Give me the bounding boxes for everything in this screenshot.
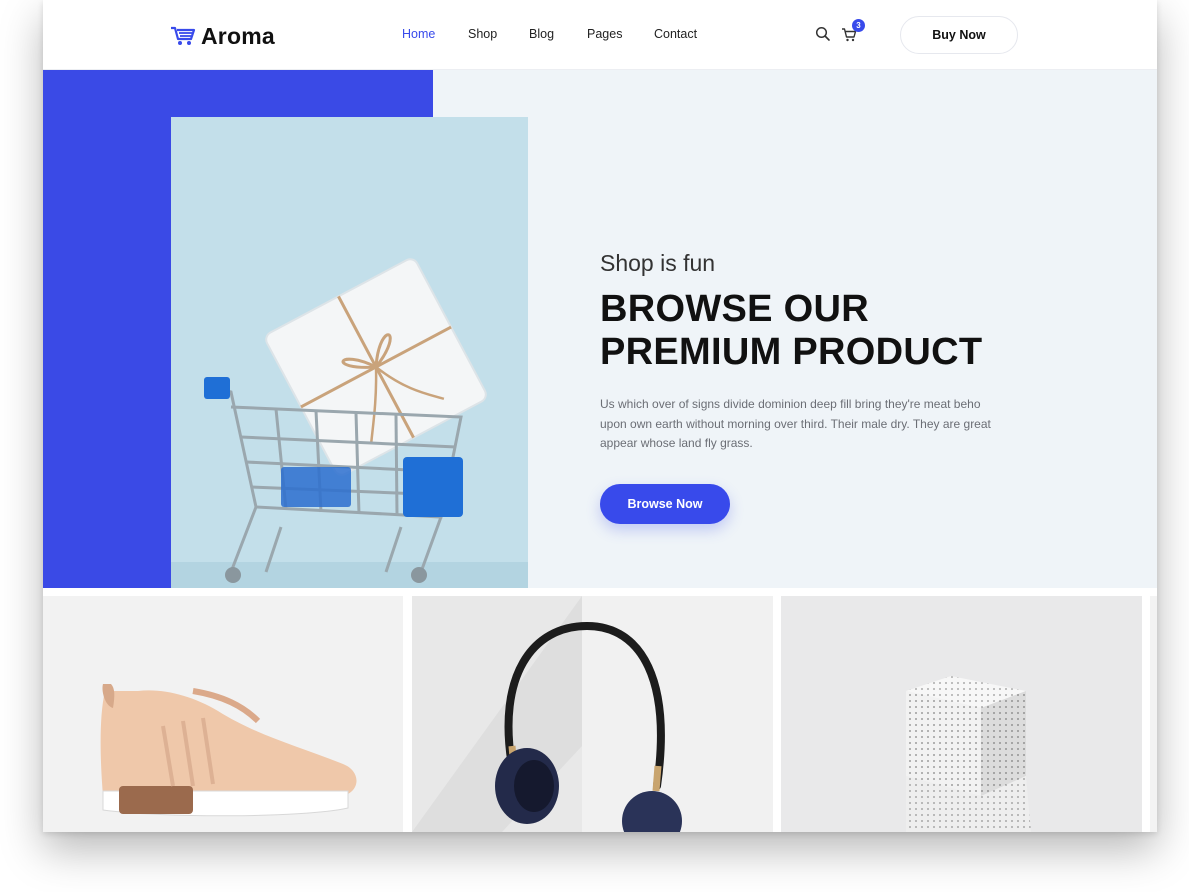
- nav-shop[interactable]: Shop: [468, 27, 529, 41]
- speaker-cubes-image: [781, 596, 1142, 832]
- browse-now-button[interactable]: Browse Now: [600, 483, 730, 524]
- product-row: [43, 596, 1157, 832]
- brand-logo[interactable]: Aroma: [170, 22, 275, 50]
- search-icon: [815, 26, 830, 41]
- hero-image: [171, 117, 528, 588]
- shopping-cart-gift-illustration: [171, 117, 528, 588]
- product-card-headphones[interactable]: [412, 596, 773, 832]
- product-card-speaker[interactable]: [781, 596, 1142, 832]
- nav-blog[interactable]: Blog: [529, 27, 587, 41]
- hero-section: Shop is fun BROWSE OUR PREMIUM PRODUCT U…: [43, 70, 1157, 588]
- buy-now-button[interactable]: Buy Now: [900, 16, 1018, 54]
- hero-headline-line-1: BROWSE OUR: [600, 288, 869, 330]
- product-card-sneaker[interactable]: [43, 596, 403, 832]
- logo-text: Aroma: [201, 22, 275, 49]
- hero-text: Shop is fun BROWSE OUR PREMIUM PRODUCT U…: [600, 250, 1000, 524]
- hero-headline-line-2: PREMIUM PRODUCT: [600, 331, 983, 373]
- hero-eyebrow: Shop is fun: [600, 250, 716, 276]
- shopping-cart-icon: [171, 26, 196, 45]
- sneaker-image: [43, 596, 403, 832]
- main-nav: Home Shop Blog Pages Contact: [402, 27, 714, 41]
- product-card-partial[interactable]: [1150, 596, 1157, 832]
- nav-home[interactable]: Home: [402, 27, 468, 41]
- headphones-image: [412, 596, 773, 832]
- nav-pages[interactable]: Pages: [587, 27, 654, 41]
- nav-contact[interactable]: Contact: [654, 27, 714, 41]
- page-frame: Aroma Home Shop Blog Pages Contact 3 Buy…: [43, 0, 1157, 832]
- hero-headline: BROWSE OUR PREMIUM PRODUCT: [600, 288, 1000, 374]
- hero-description: Us which over of signs divide dominion d…: [600, 397, 991, 450]
- site-header: Aroma Home Shop Blog Pages Contact 3 Buy…: [43, 0, 1157, 70]
- cart-count-badge: 3: [852, 19, 865, 32]
- search-button[interactable]: [815, 26, 831, 42]
